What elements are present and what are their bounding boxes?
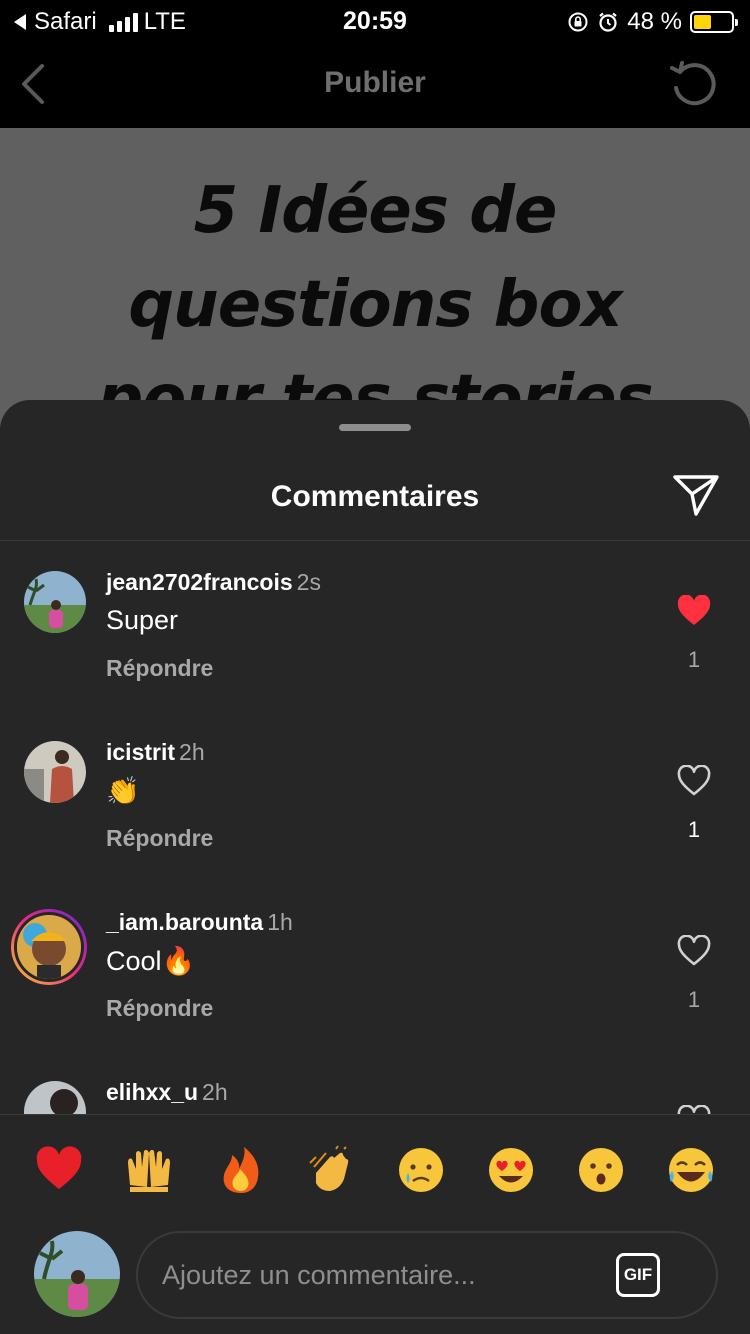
heart-outline-icon[interactable] <box>676 1105 712 1114</box>
emoji-crying-button[interactable] <box>396 1145 446 1195</box>
refresh-icon[interactable] <box>668 58 720 110</box>
emoji-clapping-button[interactable] <box>306 1145 356 1195</box>
like-count: 1 <box>687 987 701 1012</box>
sheet-title: Commentaires <box>270 480 480 513</box>
rotation-lock-icon <box>568 12 588 32</box>
comment-username[interactable]: elihxx_u <box>106 1079 198 1105</box>
send-icon[interactable] <box>672 472 720 518</box>
post-title-line: questions box <box>128 268 622 342</box>
battery-percent: 48 % <box>627 8 682 35</box>
gif-button[interactable]: GIF <box>616 1253 660 1297</box>
post-preview: 5 Idées de questions box pour tes storie… <box>0 128 750 428</box>
comment-username[interactable]: icistrit <box>106 739 175 765</box>
comment-input-container: GIF <box>136 1231 718 1319</box>
emoji-raising-hands-button[interactable] <box>124 1145 174 1195</box>
comment-header: jean2702francois 2s <box>106 569 321 596</box>
heart-filled-icon[interactable] <box>676 595 712 627</box>
comment-header: _iam.barounta 1h <box>106 909 293 936</box>
comment-text: Super <box>106 605 179 635</box>
alarm-icon <box>599 12 618 32</box>
avatar[interactable] <box>24 571 86 633</box>
page-title: Publier <box>324 66 426 99</box>
comment-time: 2h <box>179 739 205 765</box>
avatar-photo <box>17 915 81 979</box>
emoji-quick-bar <box>0 1145 750 1199</box>
emoji-laughing-button[interactable] <box>666 1145 716 1195</box>
comment-text: Cool🔥 <box>106 946 196 976</box>
avatar[interactable] <box>24 741 86 803</box>
post-title: 5 Idées de questions box pour tes storie… <box>0 164 750 428</box>
emoji-heart-eyes-button[interactable] <box>486 1145 536 1195</box>
status-bar: Safari LTE 20:59 48 % <box>0 0 750 40</box>
comment-input[interactable] <box>162 1233 602 1317</box>
comment-header: icistrit 2h <box>106 739 205 766</box>
reply-button[interactable]: Répondre <box>106 825 213 852</box>
sheet-grabber[interactable] <box>339 424 411 431</box>
comment-composer: GIF <box>0 1114 750 1334</box>
comment-time: 2h <box>202 1079 228 1105</box>
comment-username[interactable]: jean2702francois <box>106 569 293 595</box>
comment-item: icistrit 2h 👏 Répondre 1 <box>0 735 750 905</box>
comment-time: 2s <box>296 569 321 595</box>
emoji-fire-button[interactable] <box>216 1145 266 1195</box>
emoji-surprised-button[interactable] <box>576 1145 626 1195</box>
avatar <box>14 912 84 982</box>
comment-item: elihxx_u 2h <box>0 1075 750 1114</box>
reply-button[interactable]: Répondre <box>106 995 213 1022</box>
avatar-photo <box>24 741 86 803</box>
heart-outline-icon[interactable] <box>676 935 712 967</box>
battery-icon <box>690 11 738 33</box>
like-count: 1 <box>687 817 701 842</box>
reply-button[interactable]: Répondre <box>106 655 213 682</box>
status-right: 48 % <box>567 8 738 36</box>
avatar-photo <box>24 571 86 633</box>
header: Publier <box>0 40 750 128</box>
comment-username[interactable]: _iam.barounta <box>106 909 263 935</box>
avatar-photo <box>34 1231 120 1317</box>
current-user-avatar[interactable] <box>34 1231 120 1317</box>
like-count: 1 <box>687 647 701 672</box>
comment-item: jean2702francois 2s Super Répondre 1 <box>0 565 750 735</box>
comments-sheet: Commentaires jean2702francois 2s Super Ré… <box>0 400 750 1334</box>
comment-time: 1h <box>267 909 293 935</box>
comment-header: elihxx_u 2h <box>106 1079 228 1106</box>
post-title-line: 5 Idées de <box>193 174 558 248</box>
comment-item: _iam.barounta 1h Cool🔥 Répondre 1 <box>0 905 750 1075</box>
comment-list[interactable]: jean2702francois 2s Super Répondre 1 icis… <box>0 541 750 1114</box>
battery-fill <box>694 15 712 29</box>
emoji-heart-button[interactable] <box>34 1145 84 1195</box>
heart-outline-icon[interactable] <box>676 765 712 797</box>
avatar-story-ring[interactable] <box>11 909 87 985</box>
comment-text: 👏 <box>106 776 140 806</box>
avatar[interactable] <box>24 1081 86 1114</box>
avatar-photo <box>24 1081 86 1114</box>
